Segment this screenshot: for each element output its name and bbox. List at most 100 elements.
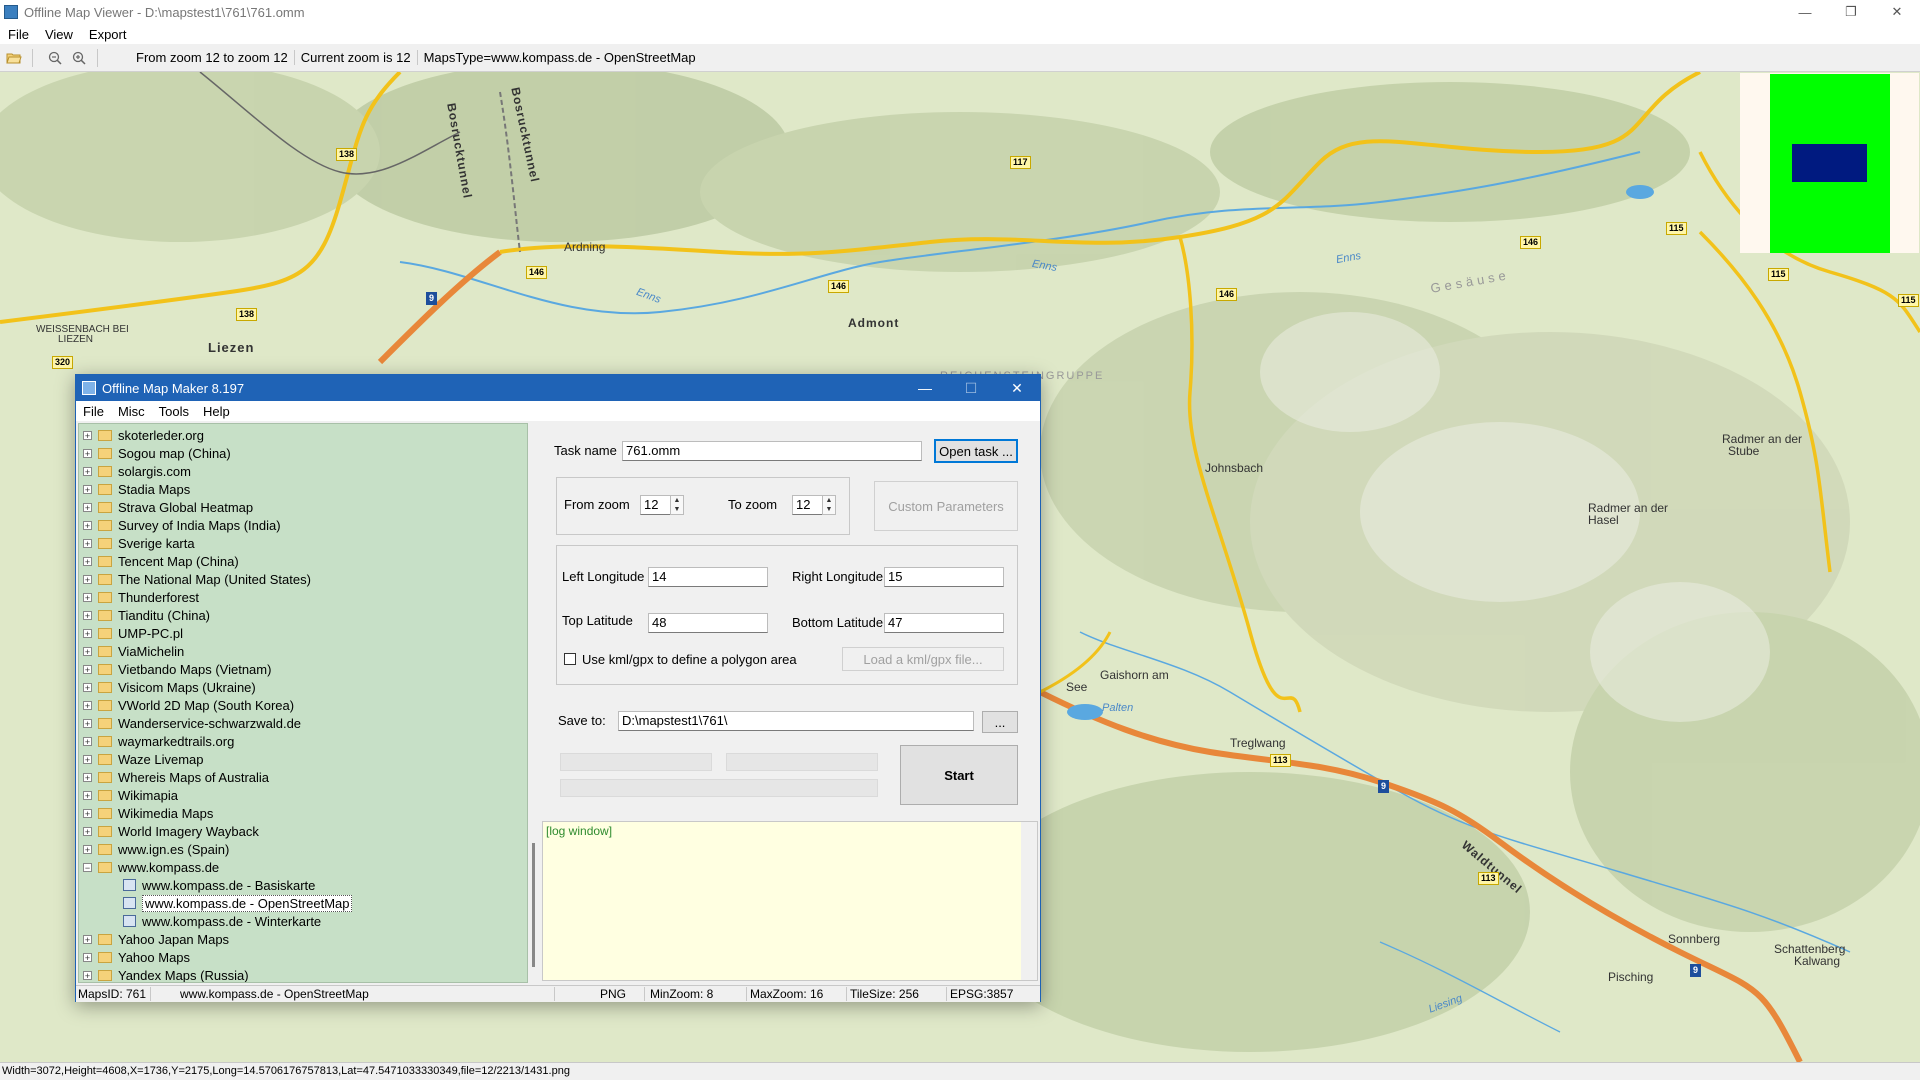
open-task-button[interactable]: Open task ...: [934, 439, 1018, 463]
log-scrollbar[interactable]: [1021, 822, 1037, 980]
expand-icon[interactable]: +: [83, 790, 92, 800]
tree-item[interactable]: www.kompass.de - Winterkarte: [79, 912, 321, 930]
to-zoom-spinner[interactable]: ▲ ▼: [822, 495, 836, 515]
expand-icon[interactable]: +: [83, 448, 92, 458]
tree-item[interactable]: + Sogou map (China): [79, 444, 231, 462]
tree-scrollbar-thumb[interactable]: [532, 843, 535, 967]
left-longitude-input[interactable]: 14: [648, 567, 768, 587]
tree-item[interactable]: + Yahoo Japan Maps: [79, 930, 229, 948]
tree-item[interactable]: + Yandex Maps (Russia): [79, 966, 249, 982]
expand-icon[interactable]: +: [83, 538, 92, 548]
tree-item[interactable]: + VWorld 2D Map (South Korea): [79, 696, 294, 714]
minimize-button[interactable]: —: [1782, 0, 1828, 24]
folder-open-icon[interactable]: [4, 48, 24, 68]
tree-item[interactable]: + Whereis Maps of Australia: [79, 768, 269, 786]
expand-icon[interactable]: +: [83, 574, 92, 584]
browse-button[interactable]: ...: [982, 711, 1018, 733]
tree-item[interactable]: + waymarkedtrails.org: [79, 732, 234, 750]
tree-item[interactable]: + www.ign.es (Spain): [79, 840, 229, 858]
maximize-button[interactable]: ❐: [1828, 0, 1874, 24]
menu-view[interactable]: View: [37, 27, 81, 42]
expand-icon[interactable]: +: [83, 736, 92, 746]
expand-icon[interactable]: +: [83, 754, 92, 764]
tree-item[interactable]: + Vietbando Maps (Vietnam): [79, 660, 271, 678]
dialog-menu-help[interactable]: Help: [196, 404, 237, 419]
to-zoom-input[interactable]: 12: [792, 495, 824, 515]
overview-map[interactable]: [1740, 73, 1919, 253]
expand-icon[interactable]: +: [83, 556, 92, 566]
expand-icon[interactable]: +: [83, 682, 92, 692]
tree-item[interactable]: + Visicom Maps (Ukraine): [79, 678, 256, 696]
expand-icon[interactable]: +: [83, 628, 92, 638]
expand-icon[interactable]: +: [83, 430, 92, 440]
bottom-latitude-input[interactable]: 47: [884, 613, 1004, 633]
zoom-out-icon[interactable]: [45, 48, 65, 68]
expand-icon[interactable]: +: [83, 952, 92, 962]
tree-item[interactable]: + skoterleder.org: [79, 426, 204, 444]
task-name-input[interactable]: 761.omm: [622, 441, 922, 461]
tree-item[interactable]: + Wikimedia Maps: [79, 804, 213, 822]
kml-checkbox[interactable]: [564, 653, 576, 665]
tree-item[interactable]: + Stadia Maps: [79, 480, 190, 498]
expand-icon[interactable]: +: [83, 592, 92, 602]
log-window[interactable]: [log window]: [542, 821, 1038, 981]
expand-icon[interactable]: +: [83, 970, 92, 980]
tree-item[interactable]: + ViaMichelin: [79, 642, 184, 660]
expand-icon[interactable]: +: [83, 646, 92, 656]
load-kml-button[interactable]: Load a kml/gpx file...: [842, 647, 1004, 671]
expand-icon[interactable]: +: [83, 772, 92, 782]
tree-item[interactable]: − www.kompass.de: [79, 858, 219, 876]
expand-icon[interactable]: +: [83, 844, 92, 854]
maps-tree[interactable]: + skoterleder.org + Sogou map (China) + solar…: [78, 423, 528, 983]
close-button[interactable]: ✕: [1874, 0, 1920, 24]
tree-item[interactable]: + solargis.com: [79, 462, 191, 480]
tree-item[interactable]: + Thunderforest: [79, 588, 199, 606]
expand-icon[interactable]: +: [83, 934, 92, 944]
dialog-menu-tools[interactable]: Tools: [152, 404, 196, 419]
menu-export[interactable]: Export: [81, 27, 135, 42]
custom-parameters-button[interactable]: Custom Parameters: [874, 481, 1018, 531]
expand-icon[interactable]: +: [83, 664, 92, 674]
tree-item[interactable]: www.kompass.de - OpenStreetMap: [79, 894, 353, 912]
road-badge: 115: [1768, 268, 1789, 281]
expand-icon[interactable]: +: [83, 700, 92, 710]
tree-item[interactable]: + Yahoo Maps: [79, 948, 190, 966]
expand-icon[interactable]: +: [83, 466, 92, 476]
tree-item[interactable]: + Waze Livemap: [79, 750, 204, 768]
start-button[interactable]: Start: [900, 745, 1018, 805]
zoom-in-icon[interactable]: [69, 48, 89, 68]
collapse-icon[interactable]: −: [83, 862, 92, 872]
dialog-close-button[interactable]: ✕: [994, 375, 1040, 401]
overview-viewport[interactable]: [1792, 144, 1867, 182]
tree-item[interactable]: + World Imagery Wayback: [79, 822, 259, 840]
expand-icon[interactable]: +: [83, 718, 92, 728]
expand-icon[interactable]: +: [83, 826, 92, 836]
dialog-minimize-button[interactable]: —: [902, 375, 948, 401]
tree-item[interactable]: + Strava Global Heatmap: [79, 498, 253, 516]
tree-item[interactable]: + Tianditu (China): [79, 606, 210, 624]
tree-item[interactable]: + Wanderservice-schwarzwald.de: [79, 714, 301, 732]
expand-icon[interactable]: +: [83, 502, 92, 512]
from-zoom-input[interactable]: 12: [640, 495, 672, 515]
tree-item[interactable]: + Tencent Map (China): [79, 552, 239, 570]
tree-item[interactable]: + Sverige karta: [79, 534, 195, 552]
right-longitude-input[interactable]: 15: [884, 567, 1004, 587]
folder-icon: [98, 951, 112, 963]
top-latitude-input[interactable]: 48: [648, 613, 768, 633]
expand-icon[interactable]: +: [83, 610, 92, 620]
menu-file[interactable]: File: [0, 27, 37, 42]
tree-item[interactable]: + Survey of India Maps (India): [79, 516, 281, 534]
expand-icon[interactable]: +: [83, 808, 92, 818]
expand-icon[interactable]: +: [83, 484, 92, 494]
dialog-menu-misc[interactable]: Misc: [111, 404, 152, 419]
tree-item[interactable]: + Wikimapia: [79, 786, 178, 804]
top-latitude-label: Top Latitude: [562, 613, 633, 628]
expand-icon[interactable]: +: [83, 520, 92, 530]
tree-item[interactable]: + The National Map (United States): [79, 570, 311, 588]
dialog-menu-file[interactable]: File: [76, 404, 111, 419]
tree-item[interactable]: www.kompass.de - Basiskarte: [79, 876, 315, 894]
dialog-maximize-button[interactable]: ☐: [948, 375, 994, 401]
tree-item[interactable]: + UMP-PC.pl: [79, 624, 183, 642]
save-to-input[interactable]: D:\mapstest1\761\: [618, 711, 974, 731]
from-zoom-spinner[interactable]: ▲ ▼: [670, 495, 684, 515]
